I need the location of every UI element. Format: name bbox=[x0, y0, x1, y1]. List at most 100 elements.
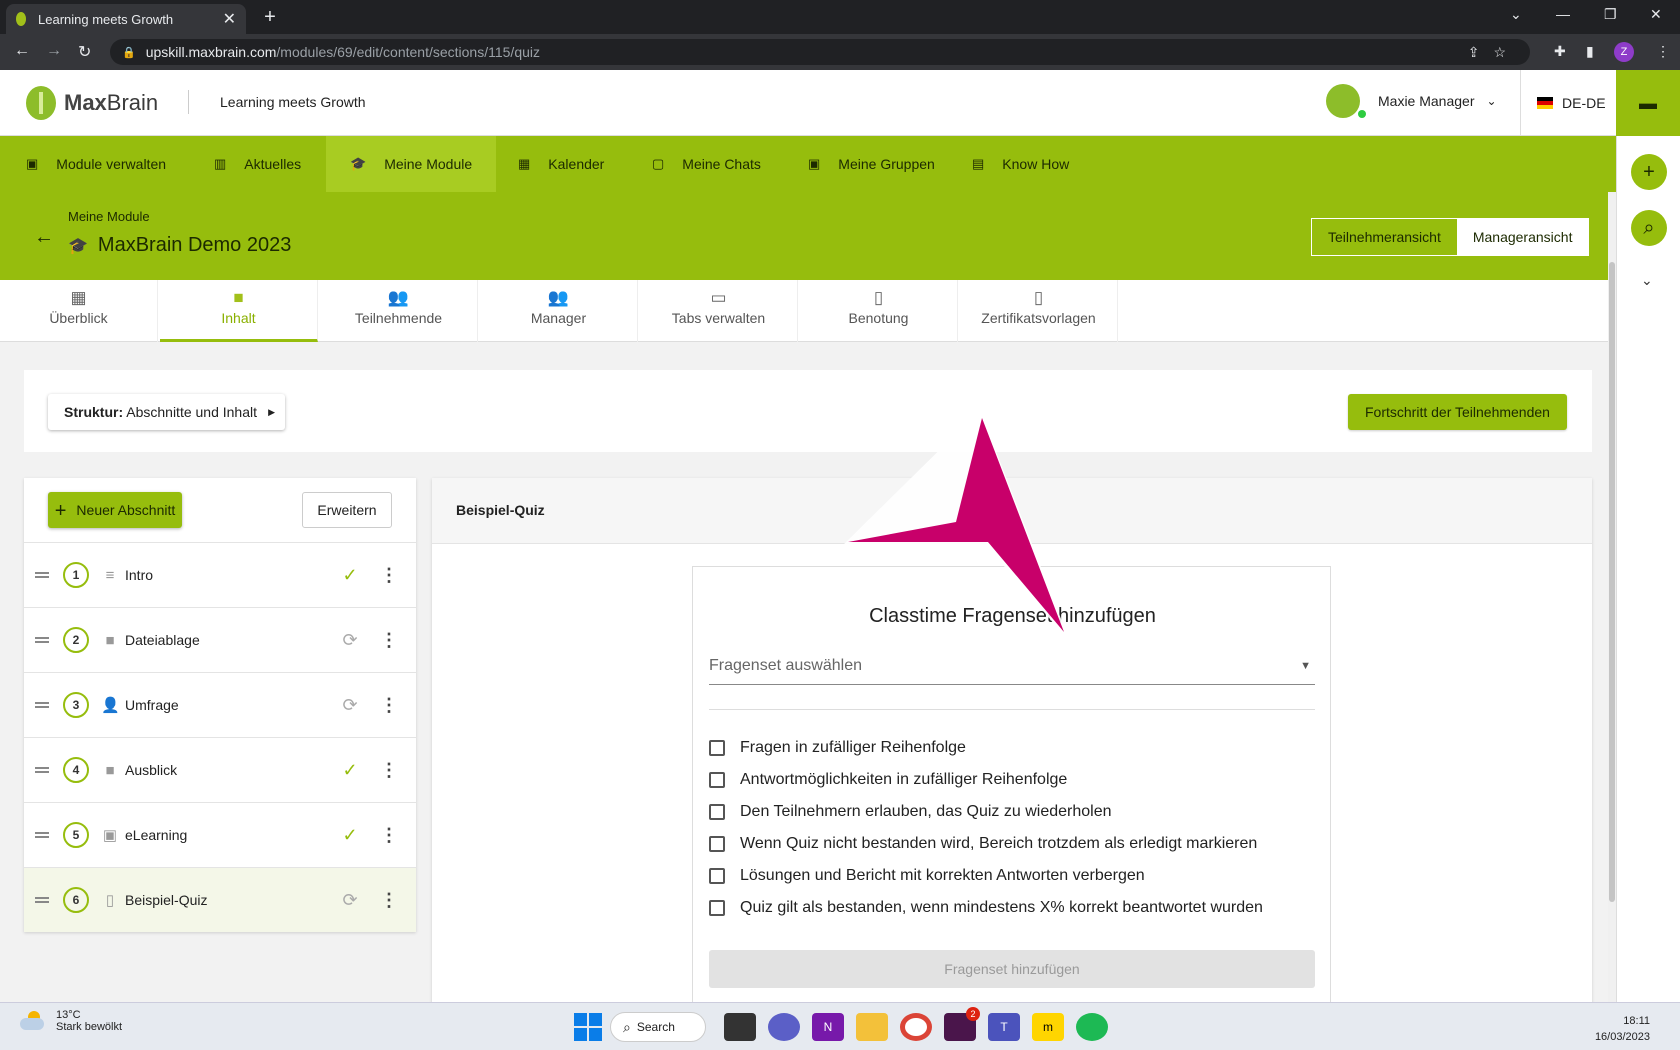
reload-icon[interactable]: ↻ bbox=[78, 42, 91, 62]
menu-kalender[interactable]: ▦ Kalender bbox=[518, 136, 604, 192]
structure-label: Abschnitte und Inhalt bbox=[126, 404, 258, 420]
section-row[interactable]: 5 ▣ eLearning ✓ ⋮ bbox=[24, 802, 416, 867]
section-row[interactable]: 4 ■ Ausblick ✓ ⋮ bbox=[24, 737, 416, 802]
tab-ueberblick[interactable]: ▦ Überblick bbox=[0, 280, 158, 342]
scrollbar-thumb[interactable] bbox=[1609, 262, 1615, 902]
forward-icon[interactable]: → bbox=[46, 42, 62, 60]
checkbox[interactable] bbox=[709, 804, 725, 820]
page-scrollbar[interactable] bbox=[1608, 192, 1616, 1002]
tab-manager[interactable]: 👥 Manager bbox=[480, 280, 638, 342]
browser-tab[interactable]: Learning meets Growth ✕ bbox=[6, 4, 246, 34]
taskbar-search[interactable]: ⌕ Search bbox=[610, 1012, 706, 1042]
option-random-questions[interactable]: Fragen in zufälliger Reihenfolge bbox=[709, 739, 966, 757]
participant-progress-button[interactable]: Fortschritt der Teilnehmenden bbox=[1348, 394, 1567, 430]
close-tab-icon[interactable]: ✕ bbox=[223, 9, 236, 29]
more-vertical-icon[interactable]: ⋮ bbox=[380, 566, 398, 584]
drag-handle-icon[interactable] bbox=[35, 637, 49, 643]
section-row[interactable]: 2 ■ Dateiablage ⟳ ⋮ bbox=[24, 607, 416, 672]
add-icon[interactable]: + bbox=[1631, 154, 1667, 190]
tab-teilnehmende[interactable]: 👥 Teilnehmende bbox=[320, 280, 478, 342]
user-name: Maxie Manager bbox=[1378, 93, 1475, 109]
weather-widget[interactable]: 13°C Stark bewölkt bbox=[20, 1009, 122, 1033]
chrome-icon[interactable] bbox=[900, 1013, 932, 1041]
section-number: 5 bbox=[63, 822, 89, 848]
chat-icon[interactable]: ▬ bbox=[1616, 70, 1680, 136]
more-vertical-icon[interactable]: ⋮ bbox=[380, 891, 398, 909]
more-vertical-icon[interactable]: ⋮ bbox=[380, 761, 398, 779]
drag-handle-icon[interactable] bbox=[35, 767, 49, 773]
manager-view-button[interactable]: Manageransicht bbox=[1456, 219, 1589, 255]
menu-meine-module[interactable]: 🎓 Meine Module bbox=[326, 136, 497, 192]
weather-icon bbox=[20, 1011, 46, 1031]
menu-aktuelles[interactable]: ▥ Aktuelles bbox=[214, 136, 301, 192]
new-tab-button[interactable]: + bbox=[258, 6, 282, 30]
more-vertical-icon[interactable]: ⋮ bbox=[380, 696, 398, 714]
option-allow-repeat[interactable]: Den Teilnehmern erlauben, das Quiz zu wi… bbox=[709, 803, 1111, 821]
drag-handle-icon[interactable] bbox=[35, 897, 49, 903]
browser-menu-icon[interactable]: ⋮ bbox=[1656, 43, 1670, 60]
fragenset-select[interactable]: Fragenset auswählen ▼ bbox=[709, 655, 1315, 685]
menu-know-how[interactable]: ▤ Know How bbox=[972, 136, 1069, 192]
maxbrain-logo[interactable]: Max Brain bbox=[26, 86, 158, 120]
search-icon[interactable]: ⌕ bbox=[1631, 210, 1667, 246]
section-row[interactable]: 3 👤 Umfrage ⟳ ⋮ bbox=[24, 672, 416, 737]
option-hide-solutions[interactable]: Lösungen und Bericht mit korrekten Antwo… bbox=[709, 867, 1145, 885]
profile-avatar[interactable]: Z bbox=[1614, 42, 1634, 62]
language-switch[interactable]: DE-DE bbox=[1520, 70, 1606, 136]
drag-handle-icon[interactable] bbox=[35, 702, 49, 708]
minimize-icon[interactable]: — bbox=[1556, 6, 1570, 22]
breadcrumb[interactable]: Meine Module bbox=[68, 209, 150, 224]
tab-tabs-verwalten[interactable]: ▭ Tabs verwalten bbox=[640, 280, 798, 342]
teams-icon[interactable]: T bbox=[988, 1013, 1020, 1041]
structure-dropdown[interactable]: Struktur: Abschnitte und Inhalt ▶ bbox=[48, 394, 286, 430]
checkbox[interactable] bbox=[709, 740, 725, 756]
sidepanel-icon[interactable]: ▮ bbox=[1586, 43, 1594, 60]
add-fragenset-button[interactable]: Fragenset hinzufügen bbox=[709, 950, 1315, 988]
checkbox[interactable] bbox=[709, 900, 725, 916]
file-explorer-icon[interactable] bbox=[856, 1013, 888, 1041]
drag-handle-icon[interactable] bbox=[35, 832, 49, 838]
chevron-down-icon[interactable]: ⌄ bbox=[1641, 272, 1653, 289]
windows-taskbar: 13°C Stark bewölkt ⌕ Search N 2 T m 18:11 … bbox=[0, 1002, 1680, 1050]
onenote-icon[interactable]: N bbox=[812, 1013, 844, 1041]
task-view-icon[interactable] bbox=[724, 1013, 756, 1041]
checkbox[interactable] bbox=[709, 772, 725, 788]
tab-search-icon[interactable]: ⌄ bbox=[1510, 6, 1522, 23]
url-input[interactable]: 🔒 upskill.maxbrain.com /modules/69/edit/… bbox=[110, 39, 1530, 65]
tab-benotung[interactable]: ▯ Benotung bbox=[800, 280, 958, 342]
section-row-selected[interactable]: 6 ▯ Beispiel-Quiz ⟳ ⋮ bbox=[24, 867, 416, 932]
user-menu[interactable]: Maxie Manager ⌄ bbox=[1326, 84, 1497, 118]
slack-icon[interactable]: 2 bbox=[944, 1007, 980, 1041]
option-random-answers[interactable]: Antwortmöglichkeiten in zufälliger Reihe… bbox=[709, 771, 1067, 789]
right-rail: + ⌕ ⌄ bbox=[1616, 136, 1680, 1002]
spotify-icon[interactable] bbox=[1076, 1013, 1108, 1041]
miro-icon[interactable]: m bbox=[1032, 1013, 1064, 1041]
new-section-button[interactable]: + Neuer Abschnitt bbox=[48, 492, 182, 528]
participant-view-button[interactable]: Teilnehmeransicht bbox=[1312, 219, 1457, 255]
more-vertical-icon[interactable]: ⋮ bbox=[380, 631, 398, 649]
restore-icon[interactable]: ❐ bbox=[1604, 6, 1617, 23]
back-icon[interactable]: ← bbox=[14, 42, 30, 60]
back-arrow-icon[interactable]: ← bbox=[34, 226, 54, 249]
menu-meine-chats[interactable]: ▢ Meine Chats bbox=[652, 136, 761, 192]
menu-label: Module verwalten bbox=[56, 156, 167, 172]
menu-module-verwalten[interactable]: ▣ Module verwalten bbox=[26, 136, 190, 192]
windows-start-icon[interactable] bbox=[574, 1013, 602, 1041]
section-row[interactable]: 1 ≡ Intro ✓ ⋮ bbox=[24, 542, 416, 607]
close-window-icon[interactable]: ✕ bbox=[1650, 6, 1662, 23]
option-mark-done[interactable]: Wenn Quiz nicht bestanden wird, Bereich … bbox=[709, 835, 1257, 853]
share-star-icons[interactable]: ⇪☆ bbox=[1468, 44, 1520, 61]
tab-zertifikatsvorlagen[interactable]: ▯ Zertifikatsvorlagen bbox=[960, 280, 1118, 342]
option-pass-threshold[interactable]: Quiz gilt als bestanden, wenn mindestens… bbox=[709, 899, 1263, 917]
drag-handle-icon[interactable] bbox=[35, 572, 49, 578]
more-vertical-icon[interactable]: ⋮ bbox=[380, 826, 398, 844]
system-clock[interactable]: 18:11 16/03/2023 bbox=[1595, 1013, 1650, 1045]
extensions-icon[interactable]: ✚ bbox=[1554, 43, 1566, 60]
people-icon: 👥 bbox=[387, 288, 410, 307]
menu-meine-gruppen[interactable]: ▣ Meine Gruppen bbox=[808, 136, 935, 192]
expand-button[interactable]: Erweitern bbox=[302, 492, 392, 528]
checkbox[interactable] bbox=[709, 836, 725, 852]
teams-chat-icon[interactable] bbox=[768, 1013, 800, 1041]
tab-inhalt[interactable]: ■ Inhalt bbox=[160, 280, 318, 342]
checkbox[interactable] bbox=[709, 868, 725, 884]
